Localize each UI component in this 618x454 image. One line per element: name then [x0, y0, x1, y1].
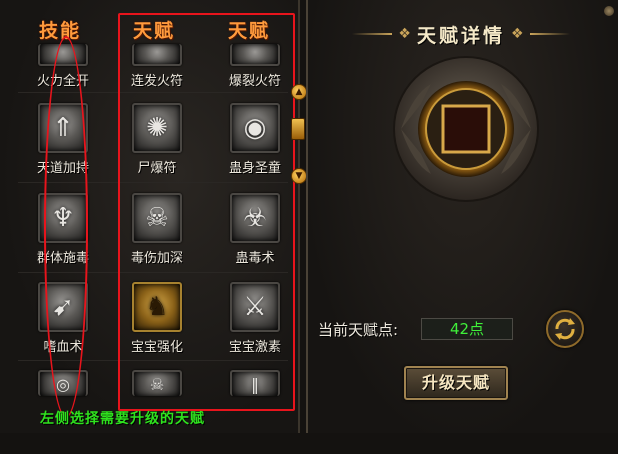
detail-title: 天赋详情	[416, 24, 505, 47]
scroll-down-arrow-icon[interactable]: ▼	[291, 168, 307, 184]
skill-column-header: 技能	[39, 20, 82, 42]
title-ornament-line	[352, 33, 393, 35]
talent-columns-annotation-box	[118, 13, 295, 411]
upgrade-talent-button[interactable]: 升级天赋	[404, 366, 508, 400]
instruction-text: 左侧选择需要升级的天赋	[40, 411, 205, 427]
scroll-up-arrow-icon[interactable]: ▲	[291, 84, 307, 100]
corner-rivet	[604, 6, 614, 16]
refresh-icon	[555, 318, 575, 340]
title-ornament-icon: ❖	[511, 26, 524, 42]
scrollbar-thumb[interactable]	[291, 118, 305, 140]
talent-points-value: 42点	[421, 318, 513, 340]
talent-points-label: 当前天赋点:	[318, 321, 399, 339]
title-ornament-icon: ❖	[398, 26, 411, 42]
title-ornament-line	[529, 33, 570, 35]
refresh-button[interactable]	[546, 310, 584, 348]
detail-title-bar: ❖ 天赋详情 ❖	[326, 22, 596, 47]
talent-emblem-frame	[393, 56, 539, 202]
skill-column-annotation-oval	[44, 36, 88, 418]
